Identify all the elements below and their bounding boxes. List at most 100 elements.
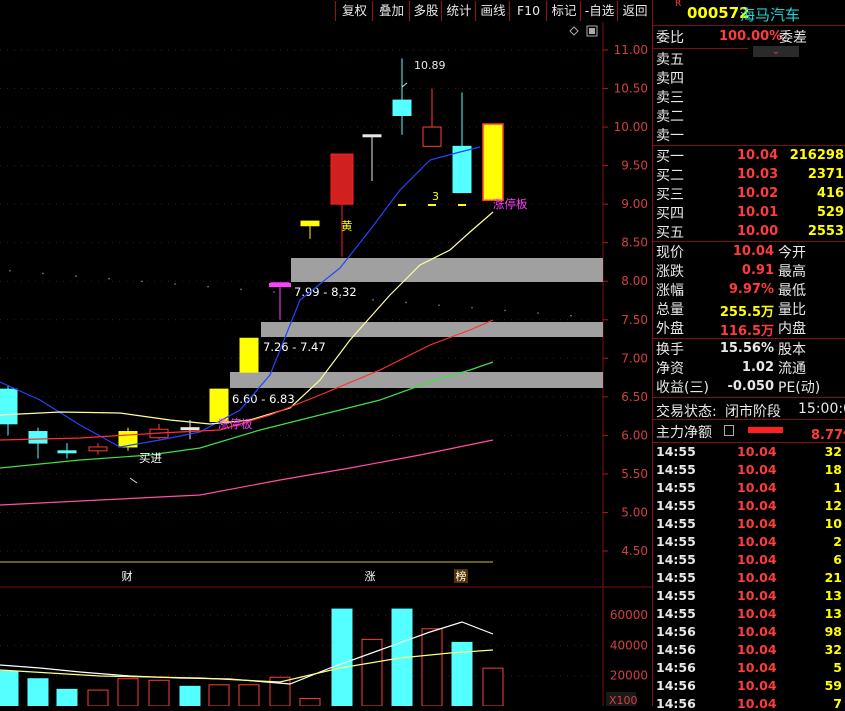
stats-button[interactable]: 统计: [441, 1, 476, 21]
fin-label: 净资: [656, 361, 684, 377]
buy-level-label: 买三: [656, 187, 684, 203]
mark-button[interactable]: 标记: [546, 1, 581, 21]
price-axis-label: 9.00: [621, 197, 648, 211]
tick-price: 10.04: [737, 444, 777, 459]
fuquan-button[interactable]: 复权: [335, 1, 373, 21]
tick-time: 14:55: [656, 516, 696, 531]
fin-label: 换手: [656, 342, 684, 358]
vol-ma10-line: [0, 649, 494, 683]
quote-right-label: 最高: [778, 264, 806, 280]
tick-price: 10.04: [737, 516, 777, 531]
tick-price: 10.04: [737, 552, 777, 567]
dot-mark: [339, 296, 341, 299]
dot-mark: [42, 272, 44, 275]
buy-level-price: 10.00: [737, 224, 779, 239]
limit-up-label: 涨停板: [493, 197, 528, 211]
tick-volume: 7: [833, 696, 842, 711]
buy-level-volume: 2553: [807, 224, 844, 239]
back-button[interactable]: 返回: [617, 1, 652, 21]
draw-line-button[interactable]: 画线: [475, 1, 510, 21]
tick-time: 14:56: [656, 660, 696, 675]
tick-volume: 32: [824, 444, 842, 459]
fin-right-label: 流通: [778, 361, 806, 377]
dot-mark: [108, 277, 110, 280]
candle-body: [362, 134, 382, 138]
tick-volume: 5: [833, 660, 842, 675]
volume-bar: [27, 678, 49, 706]
quote-label: 总量: [656, 302, 684, 318]
tick-price: 10.04: [737, 534, 777, 549]
price-axis-label: 4.50: [621, 544, 648, 558]
buy-label: 买进: [139, 451, 162, 465]
status-value: 闭市阶段: [725, 404, 781, 420]
tick-price: 10.04: [737, 696, 777, 711]
tick-time: 14:56: [656, 678, 696, 693]
candle-body: [422, 126, 442, 147]
buy-level-price: 10.03: [737, 167, 779, 182]
volume-bar: [299, 697, 321, 706]
quote-value: 0.91: [741, 263, 774, 278]
gap-box: [230, 372, 603, 388]
quote-label: 外盘: [656, 321, 684, 337]
volume-bar: [179, 685, 201, 706]
buy-level-volume: 2371: [807, 167, 844, 182]
candle-body: [330, 153, 354, 205]
overlay-button[interactable]: 叠加: [372, 1, 410, 21]
multi-stock-button[interactable]: 多股: [409, 1, 442, 21]
kline-svg[interactable]: 11.00 10.50 10.00 9.50 9.00 8.50 8.00 7.50 7.00 6…: [0, 22, 652, 706]
sell-level-label: 卖三: [656, 90, 684, 106]
volume-bar: [117, 678, 139, 706]
candle-body: [392, 99, 412, 117]
tick-volume: 6: [833, 552, 842, 567]
count-label: 3: [432, 190, 439, 203]
tick-price: 10.04: [737, 588, 777, 603]
buy-level-price: 10.01: [737, 205, 779, 220]
candle-body: [0, 388, 18, 425]
tick-volume: 12: [824, 498, 842, 513]
volume-bar: [331, 608, 353, 706]
tick-time: 14:55: [656, 570, 696, 585]
price-axis-label: 6.00: [621, 428, 648, 442]
dot-mark: [141, 280, 143, 283]
candle-body: [28, 431, 48, 444]
price-axis-label: 10.50: [614, 82, 648, 96]
tick-price: 10.04: [737, 570, 777, 585]
fin-right-label: 股本: [778, 342, 806, 358]
volume-unit-label: X100: [609, 694, 638, 706]
status-label: 交易状态:: [656, 404, 717, 420]
tick-time: 14:55: [656, 444, 696, 459]
list-icon[interactable]: [724, 425, 734, 436]
quote-value: 116.5万: [719, 324, 774, 339]
buy-level-label: 买一: [656, 149, 684, 165]
window-icon-inner: [589, 28, 595, 34]
kline-chart[interactable]: 11.00 10.50 10.00 9.50 9.00 8.50 8.00 7.50 7.00 6…: [0, 22, 652, 706]
buy-level-price: 10.04: [737, 148, 779, 163]
tick-volume: 13: [824, 606, 842, 621]
dot-mark: [438, 304, 440, 306]
price-axis-label: 7.50: [621, 313, 648, 327]
quote-value: 9.97%: [728, 282, 774, 297]
quote-label: 现价: [656, 245, 684, 261]
watchlist-button[interactable]: -自选: [580, 1, 618, 21]
volume-bar: [56, 688, 78, 706]
price-axis-label: 5.00: [621, 505, 648, 519]
tick-price: 10.04: [737, 678, 777, 693]
price-axis-label: 6.50: [621, 390, 648, 404]
dot-mark: [75, 275, 77, 277]
tick-price: 10.04: [737, 498, 777, 513]
dot-mark: [207, 285, 209, 288]
event-marker: 榜: [456, 569, 467, 583]
tick-price: 10.04: [737, 642, 777, 657]
buy-level-price: 10.02: [737, 186, 779, 201]
status-time: 15:00:00: [798, 401, 845, 417]
tick-time: 14:56: [656, 642, 696, 657]
quote-panel: R 000572 海马汽车 委比 100.00% 委差 ⌄ 卖五 卖四 卖三 卖二 卖一…: [652, 0, 845, 711]
collapse-chevron-icon[interactable]: ⌄: [753, 46, 799, 57]
buy-level-label: 买五: [656, 225, 684, 241]
tick-time: 14:55: [656, 480, 696, 495]
price-axis-label: 11.00: [614, 43, 648, 57]
diamond-icon: [569, 26, 579, 36]
tick-volume: 98: [824, 624, 842, 639]
f10-button[interactable]: F10: [509, 1, 547, 21]
quote-value: 10.04: [732, 244, 774, 259]
